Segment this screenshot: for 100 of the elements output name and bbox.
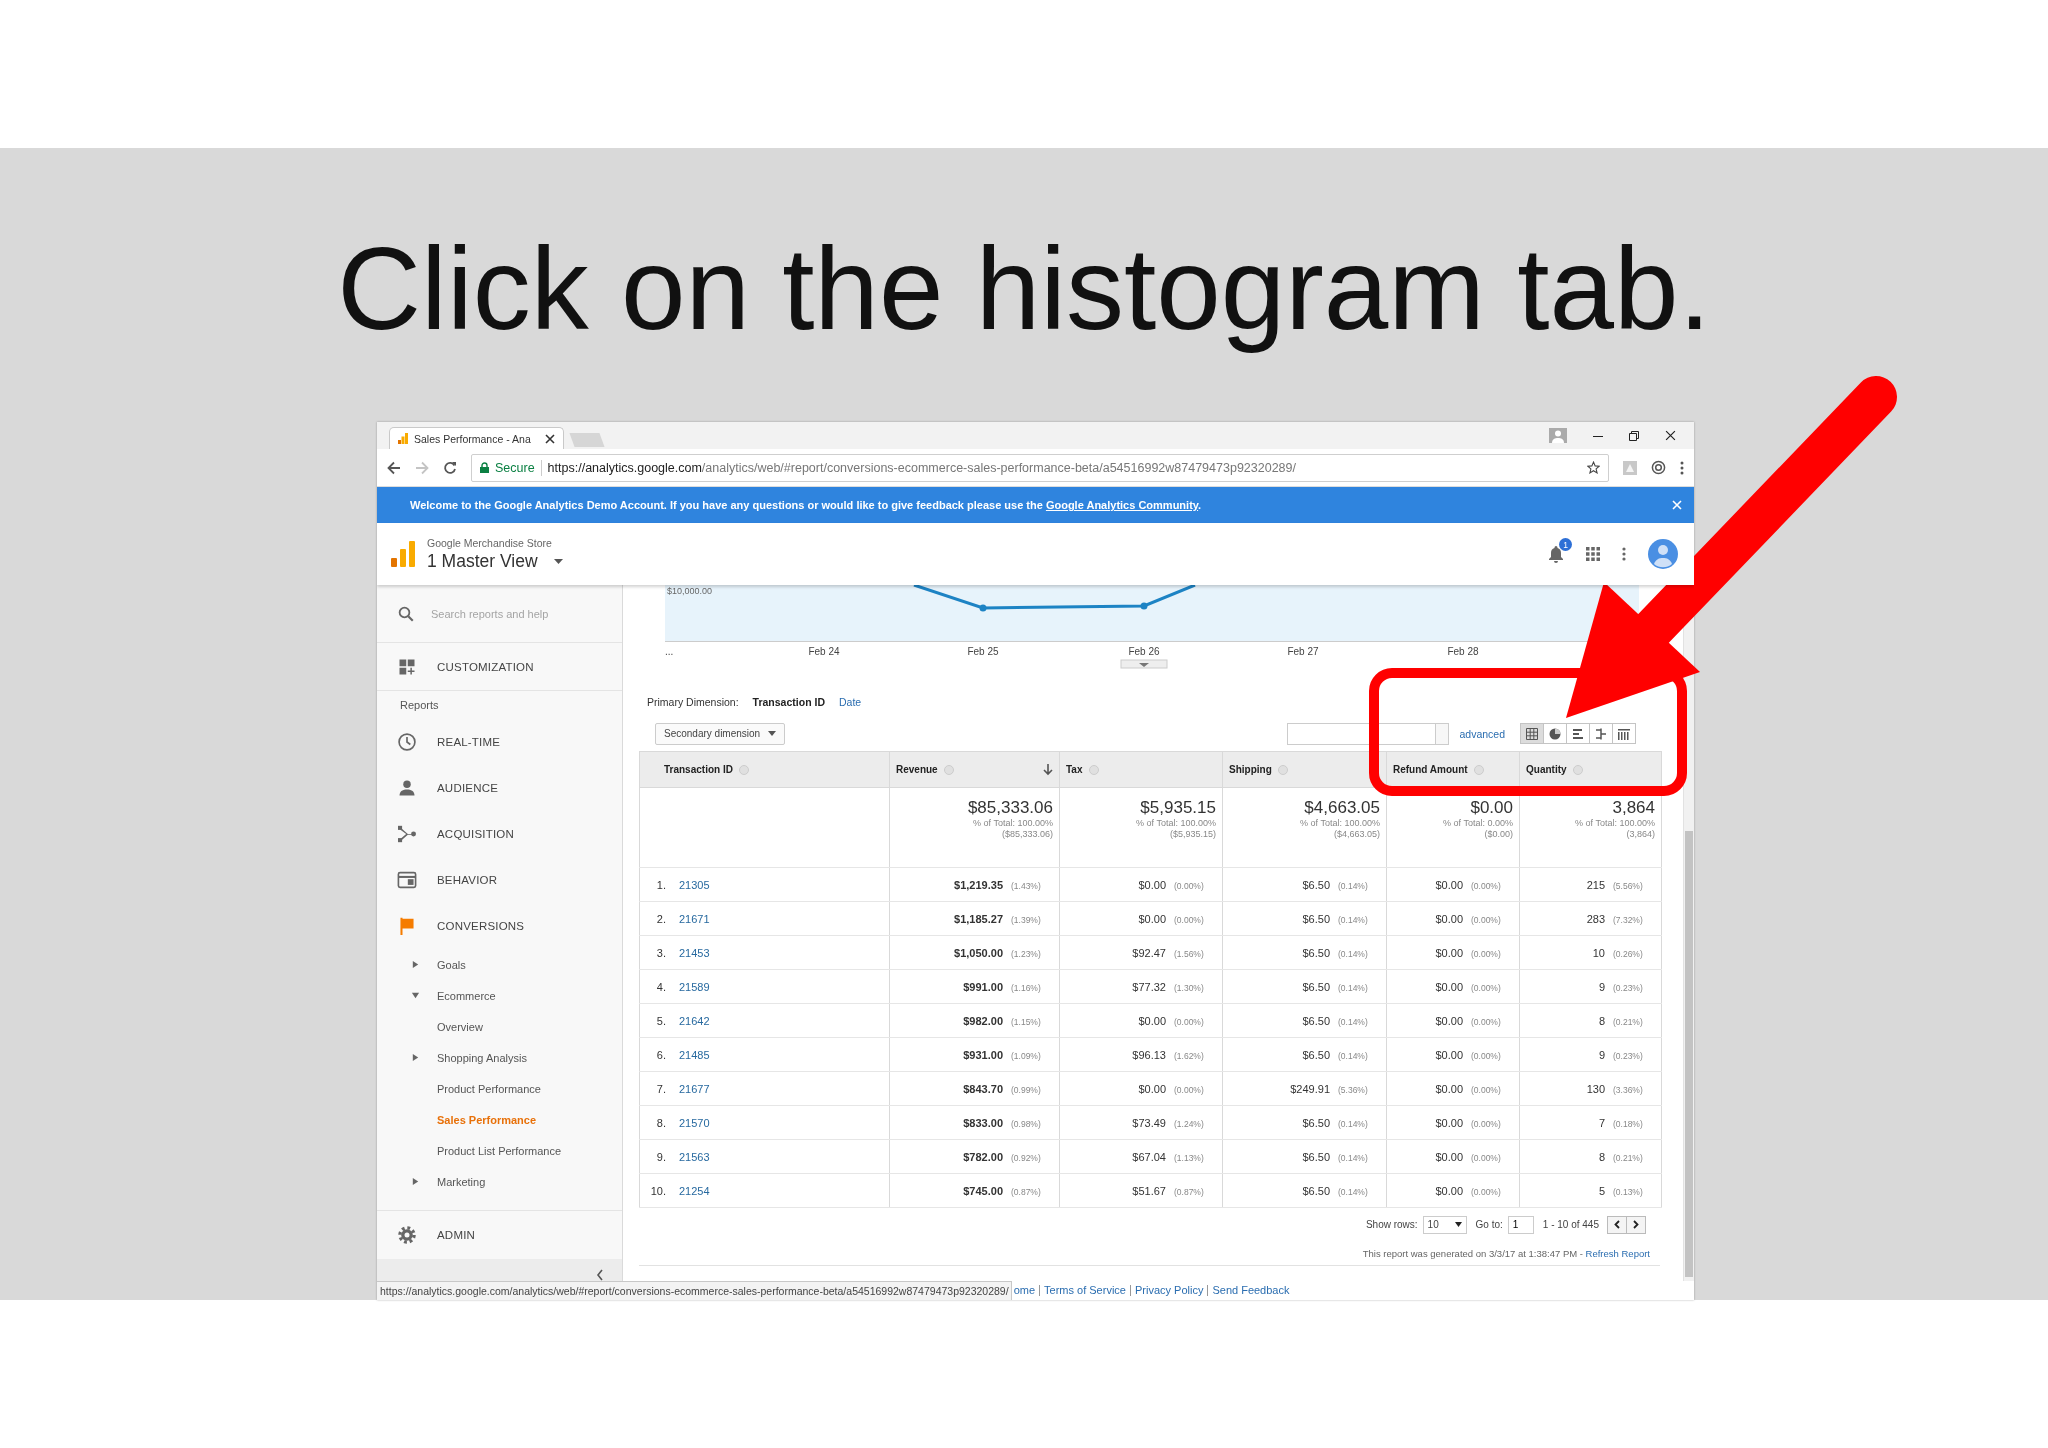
more-options-icon[interactable] <box>1622 547 1626 561</box>
nav-item[interactable]: Ecommerce <box>437 989 496 1002</box>
pie-chart-icon <box>1549 727 1561 740</box>
dimension-option[interactable]: Date <box>838 696 862 708</box>
cell-percentage: (1.39%) <box>1011 914 1042 925</box>
nav-item[interactable]: Shopping Analysis <box>437 1051 527 1064</box>
nav-item[interactable]: Product List Performance <box>437 1144 562 1157</box>
column-header[interactable]: Refund Amount <box>1393 764 1468 775</box>
cell-value: 10 <box>1592 946 1605 959</box>
footer-link[interactable]: ome <box>1011 1285 1040 1296</box>
previous-button[interactable] <box>1607 1215 1627 1234</box>
extension-icon[interactable] <box>1651 460 1666 475</box>
nav-item[interactable]: BEHAVIOR <box>437 874 498 886</box>
scrollbar-thumb[interactable] <box>1685 831 1693 1277</box>
restore-icon[interactable] <box>1629 430 1639 441</box>
footer-link[interactable]: Terms of Service <box>1039 1285 1130 1296</box>
nav-item[interactable]: ACQUISITION <box>437 828 514 840</box>
transaction-link[interactable]: 21671 <box>679 912 710 925</box>
transaction-link[interactable]: 21254 <box>679 1184 710 1197</box>
refresh-link[interactable]: Refresh Report <box>1585 1247 1650 1259</box>
transaction-link[interactable]: 21453 <box>679 946 710 959</box>
notification-bell-icon[interactable] <box>1548 545 1564 563</box>
page-field[interactable]: 1 <box>1507 1215 1534 1234</box>
collapse-icon[interactable] <box>596 1269 604 1281</box>
collapsed-caret-icon[interactable] <box>411 960 420 969</box>
footer-link[interactable]: Send Feedback <box>1207 1285 1294 1296</box>
close-icon[interactable] <box>545 433 555 444</box>
rows-dropdown[interactable]: 10 <box>1422 1215 1467 1234</box>
column-header[interactable]: Quantity <box>1526 764 1567 775</box>
row-number: 10. <box>649 1184 666 1197</box>
nav-item[interactable]: CUSTOMIZATION <box>437 660 534 673</box>
menu-icon[interactable] <box>1680 460 1684 475</box>
settings-icon[interactable] <box>397 1225 417 1245</box>
transaction-link[interactable]: 21570 <box>679 1116 710 1129</box>
column-header[interactable]: Transaction ID <box>664 764 733 775</box>
transaction-link[interactable]: 21485 <box>679 1048 710 1061</box>
secondary-dimension-dropdown[interactable]: Secondary dimension <box>655 722 786 745</box>
cell-value: $0.00 <box>1138 878 1166 891</box>
cell-percentage: (0.00%) <box>1471 1050 1502 1061</box>
cell-value: $77.32 <box>1132 980 1166 993</box>
sort-arrow-icon[interactable] <box>1043 763 1053 776</box>
nav-item[interactable]: ADMIN <box>437 1229 476 1241</box>
cell-percentage: (0.14%) <box>1338 914 1369 925</box>
column-header[interactable]: Tax <box>1066 764 1083 775</box>
nav-item[interactable]: CONVERSIONS <box>437 920 525 932</box>
avatar[interactable] <box>1648 539 1678 569</box>
column-header[interactable]: Shipping <box>1229 764 1272 775</box>
cell-percentage: (1.43%) <box>1011 880 1042 891</box>
caret-icon[interactable] <box>553 558 563 564</box>
back-icon[interactable] <box>387 460 401 475</box>
cell-percentage: (0.00%) <box>1471 914 1502 925</box>
close-icon[interactable] <box>1665 430 1676 441</box>
star-icon[interactable] <box>1587 461 1600 474</box>
cell-value: $0.00 <box>1435 1150 1463 1163</box>
cell-percentage: (0.98%) <box>1011 1118 1042 1129</box>
view-toggle-button[interactable] <box>1612 723 1636 744</box>
nav-item[interactable]: Overview <box>437 1020 483 1033</box>
browser-tab[interactable]: Sales Performance - Ana <box>389 427 564 449</box>
view-toggle-button[interactable] <box>1543 723 1567 744</box>
caret-icon <box>768 731 777 736</box>
cell-value: $67.04 <box>1132 1150 1166 1163</box>
transaction-link[interactable]: 21589 <box>679 980 710 993</box>
search-icon[interactable] <box>397 604 415 623</box>
expand-handle[interactable] <box>1120 659 1168 669</box>
column-header[interactable]: Revenue <box>896 764 938 775</box>
collapsed-caret-icon[interactable] <box>411 1177 420 1186</box>
next-button[interactable] <box>1626 1215 1646 1234</box>
address-bar[interactable]: Secure https://analytics.google.com/analytics/web/#report/conversions-ecommerce-sales-performance-beta/a54516992w87479473p92320289/ <box>471 453 1609 482</box>
transaction-link[interactable]: 21305 <box>679 878 710 891</box>
cell-percentage: (0.00%) <box>1471 1016 1502 1027</box>
footer-link[interactable]: Privacy Policy <box>1129 1285 1208 1296</box>
cell-percentage: (0.14%) <box>1338 948 1369 959</box>
cell-percentage: (0.00%) <box>1174 1084 1205 1095</box>
transaction-link[interactable]: 21563 <box>679 1150 710 1163</box>
expanded-caret-icon[interactable] <box>411 991 420 1000</box>
nav-item[interactable]: Product Performance <box>437 1082 541 1095</box>
cell-percentage: (0.14%) <box>1338 1118 1369 1129</box>
go-to-label: Go to: <box>1475 1219 1503 1230</box>
account-name[interactable]: Google Merchandise Store <box>427 536 563 549</box>
view-toggle-button[interactable] <box>1589 723 1613 744</box>
transaction-link[interactable]: 21677 <box>679 1082 710 1095</box>
view-toggle-button[interactable] <box>1520 723 1544 744</box>
filter-field[interactable] <box>1287 722 1450 745</box>
view-selector[interactable]: 1 Master View <box>427 550 538 572</box>
nav-item[interactable]: Marketing <box>437 1175 486 1188</box>
cell-value: $6.50 <box>1302 878 1330 891</box>
apps-grid-icon[interactable] <box>1586 547 1600 561</box>
transaction-link[interactable]: 21642 <box>679 1014 710 1027</box>
cell-value: $0.00 <box>1435 980 1463 993</box>
cell-value: $0.00 <box>1435 946 1463 959</box>
advanced-link[interactable]: advanced <box>1459 727 1505 740</box>
nav-item[interactable]: REAL-TIME <box>437 736 501 748</box>
nav-item[interactable]: Goals <box>437 958 466 971</box>
view-toggle-button[interactable] <box>1566 723 1590 744</box>
collapsed-caret-icon[interactable] <box>411 1053 420 1062</box>
reload-icon[interactable] <box>443 460 457 475</box>
dimension-option[interactable]: Transaction ID <box>752 696 825 708</box>
nav-item[interactable]: AUDIENCE <box>437 782 499 794</box>
cell-value: $92.47 <box>1132 946 1166 959</box>
search-field[interactable]: Search reports and help <box>429 606 603 621</box>
